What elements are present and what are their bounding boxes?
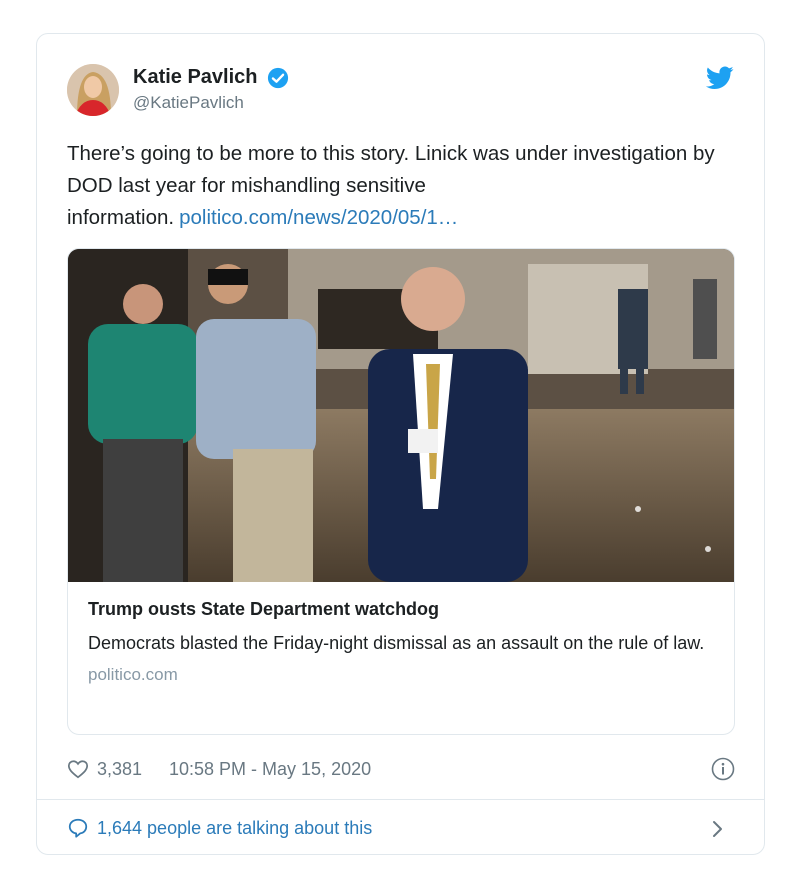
avatar-image — [67, 64, 119, 116]
tweet-meta: 3,381 10:58 PM - May 15, 2020 — [67, 756, 735, 784]
talking-count-link[interactable]: 1,644 people are talking about this — [97, 818, 372, 839]
divider — [37, 799, 764, 800]
conversation-footer[interactable]: 1,644 people are talking about this — [67, 814, 735, 844]
chevron-right-icon[interactable] — [711, 818, 725, 840]
speech-bubble-icon — [68, 818, 88, 838]
twitter-bird-icon[interactable] — [706, 66, 734, 90]
tweet-text: There’s going to be more to this story. … — [67, 138, 727, 234]
tweet-link[interactable]: politico.com/news/2020/05/1… — [179, 206, 458, 229]
author-block: Katie Pavlich @KatiePavlich — [133, 66, 289, 113]
card-image — [68, 249, 734, 582]
info-icon[interactable] — [711, 757, 735, 781]
heart-icon[interactable] — [67, 758, 89, 780]
like-count[interactable]: 3,381 — [97, 759, 142, 780]
link-card[interactable]: Trump ousts State Department watchdog De… — [67, 248, 735, 735]
verified-badge-icon — [267, 67, 289, 88]
card-domain: politico.com — [88, 665, 178, 684]
timestamp[interactable]: 10:58 PM - May 15, 2020 — [169, 759, 371, 780]
tweet-embed: Katie Pavlich @KatiePavlich There’s goin… — [36, 33, 765, 855]
card-body: Trump ousts State Department watchdog De… — [88, 599, 718, 685]
card-title[interactable]: Trump ousts State Department watchdog — [88, 599, 718, 620]
avatar[interactable] — [67, 64, 119, 116]
display-name[interactable]: Katie Pavlich — [133, 66, 258, 89]
handle[interactable]: @KatiePavlich — [133, 93, 289, 113]
card-description: Democrats blasted the Friday-night dismi… — [88, 633, 705, 653]
